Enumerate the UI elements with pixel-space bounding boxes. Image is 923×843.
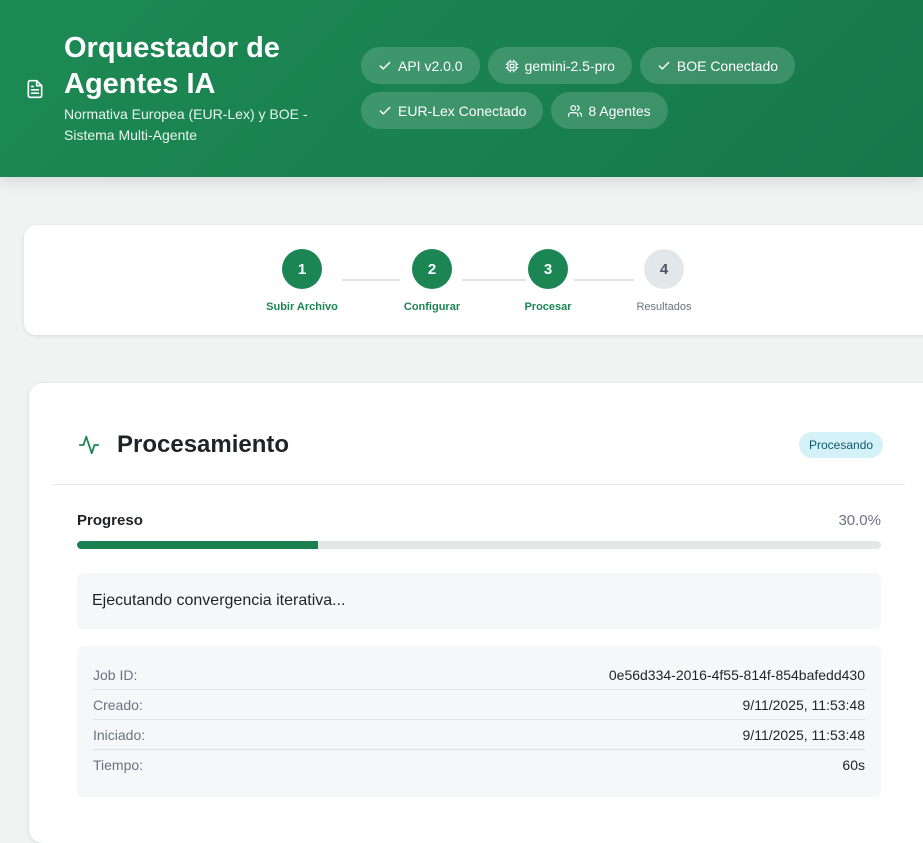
badge-label: EUR-Lex Conectado	[398, 102, 527, 119]
step-label: Procesar	[524, 301, 572, 313]
badge-label: BOE Conectado	[676, 57, 779, 74]
eurlex-connection-badge: EUR-Lex Conectado	[361, 92, 544, 129]
detail-value: 9/11/2025, 11:53:48	[742, 696, 865, 713]
badge-label: API v2.0.0	[398, 57, 463, 74]
step-number: 1	[282, 249, 322, 289]
step-results[interactable]: 4 Resultados	[604, 249, 724, 313]
step-upload-file[interactable]: 1 Subir Archivo	[242, 249, 362, 313]
step-number: 4	[644, 249, 684, 289]
step-number: 3	[528, 249, 568, 289]
detail-key: Creado:	[93, 696, 143, 713]
step-number: 2	[412, 249, 452, 289]
agents-count-badge: 8 Agentes	[551, 92, 668, 129]
job-details: Job ID: 0e56d334-2016-4f55-814f-854bafed…	[77, 646, 881, 797]
step-process[interactable]: 3 Procesar	[488, 249, 608, 313]
detail-key: Job ID:	[93, 666, 138, 683]
detail-value: 9/11/2025, 11:53:48	[742, 726, 865, 743]
detail-value: 60s	[842, 757, 865, 773]
badge-label: 8 Agentes	[588, 102, 651, 119]
model-badge: gemini-2.5-pro	[487, 47, 632, 84]
status-message: Ejecutando convergencia iterativa...	[77, 573, 881, 629]
progress-bar-fill	[77, 541, 319, 549]
users-icon	[568, 104, 583, 117]
boe-connection-badge: BOE Conectado	[639, 47, 796, 84]
cpu-icon	[505, 59, 519, 72]
step-label: Subir Archivo	[266, 301, 338, 313]
check-icon	[379, 61, 391, 70]
app-title: Orquestador de Agentes IA	[64, 32, 280, 100]
step-label: Configurar	[403, 301, 461, 313]
progress-bar	[77, 541, 881, 549]
document-icon	[27, 79, 43, 99]
detail-row-created: Creado: 9/11/2025, 11:53:48	[93, 690, 865, 720]
app-header: Orquestador de Agentes IA Normativa Euro…	[0, 0, 923, 177]
detail-row-job-id: Job ID: 0e56d334-2016-4f55-814f-854bafed…	[93, 660, 865, 690]
status-badge: Procesando	[799, 432, 884, 458]
badge-label: gemini-2.5-pro	[524, 57, 615, 74]
check-icon	[658, 61, 670, 70]
processing-card: Procesamiento Procesando Progreso 30.0% …	[29, 383, 923, 843]
divider	[53, 484, 905, 485]
progress-value: 30.0%	[838, 512, 881, 529]
detail-value: 0e56d334-2016-4f55-814f-854bafedd430	[608, 666, 865, 683]
app-subtitle: Normativa Europea (EUR-Lex) y BOE - Sist…	[64, 106, 308, 143]
detail-key: Iniciado:	[93, 726, 146, 743]
status-badges: API v2.0.0 gemini-2.5-pro BOE Conectado …	[361, 47, 801, 129]
detail-key: Tiempo:	[93, 757, 144, 773]
workflow-stepper: 1 Subir Archivo 2 Configurar 3 Procesar …	[24, 225, 923, 335]
step-configure[interactable]: 2 Configurar	[372, 249, 492, 313]
step-label: Resultados	[636, 301, 692, 313]
activity-icon	[78, 435, 100, 455]
progress-label: Progreso	[77, 512, 143, 529]
detail-row-started: Iniciado: 9/11/2025, 11:53:48	[93, 720, 865, 750]
detail-row-time: Tiempo: 60s	[93, 750, 865, 780]
check-icon	[379, 106, 391, 115]
api-version-badge: API v2.0.0	[361, 47, 480, 84]
section-title: Procesamiento	[117, 431, 290, 458]
